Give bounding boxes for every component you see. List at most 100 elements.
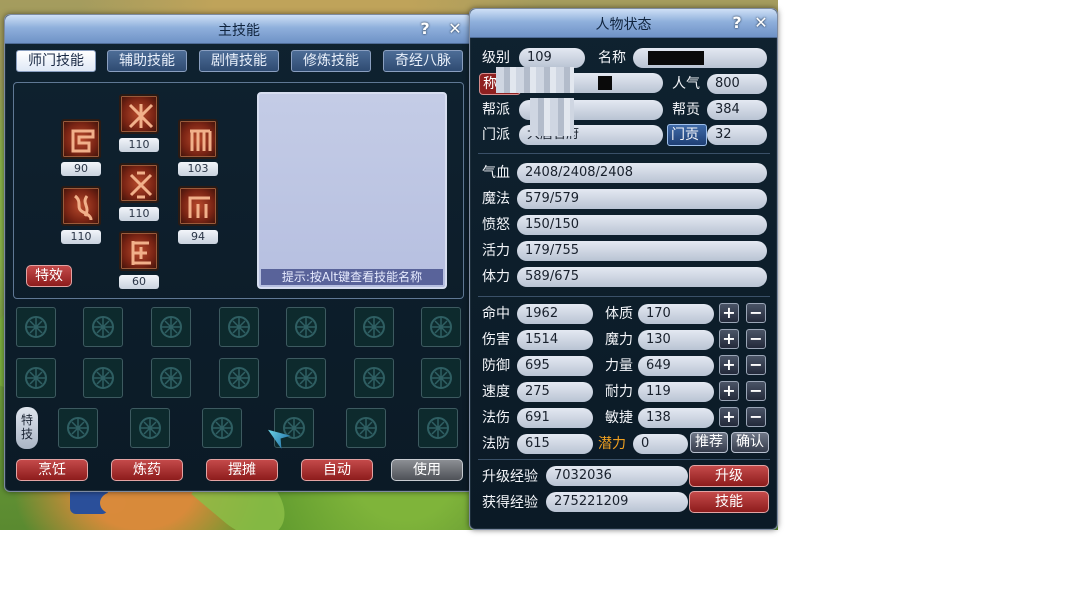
popularity-label: 人气 — [672, 76, 700, 92]
skills-button[interactable]: 技能 — [689, 491, 769, 513]
status-window-titlebar[interactable]: 人物状态 ? ✕ — [470, 9, 777, 38]
redacted-title — [598, 76, 612, 90]
damage-value: 1514 — [517, 330, 593, 350]
skill-slot[interactable] — [286, 307, 326, 347]
skill-icon-4[interactable] — [61, 186, 101, 226]
school-contribution-button[interactable]: 门贡 — [667, 124, 707, 146]
slot-emblem-icon — [430, 367, 452, 389]
cook-button[interactable]: 烹饪 — [16, 459, 88, 481]
endurance-value: 119 — [638, 382, 714, 402]
name-label: 名称 — [598, 50, 626, 66]
slot-emblem-icon — [67, 417, 89, 439]
close-icon[interactable]: ✕ — [445, 19, 465, 39]
effect-button[interactable]: 特效 — [26, 265, 72, 287]
skill-slot[interactable] — [58, 408, 98, 448]
confirm-button[interactable]: 确认 — [731, 432, 769, 453]
skill-slot[interactable] — [202, 408, 242, 448]
tab-story-skills[interactable]: 剧情技能 — [199, 50, 279, 72]
alchemy-button[interactable]: 炼药 — [111, 459, 183, 481]
skill-level: 110 — [119, 207, 159, 221]
skill-slot[interactable] — [346, 408, 386, 448]
hp-label: 气血 — [482, 165, 510, 181]
skill-icon-6[interactable] — [178, 186, 218, 226]
stamina-value: 589/675 — [517, 267, 767, 287]
skill-slot[interactable] — [16, 358, 56, 398]
skill-slot[interactable] — [219, 307, 259, 347]
special-skill-label: 特技 — [20, 413, 33, 441]
magic-power-plus-button[interactable]: + — [719, 329, 739, 349]
vitality-value: 179/755 — [517, 241, 767, 261]
stall-button[interactable]: 摆摊 — [206, 459, 278, 481]
skill-slot[interactable] — [421, 358, 461, 398]
magic-power-minus-button[interactable]: − — [746, 329, 766, 349]
skill-slot[interactable] — [16, 307, 56, 347]
skill-slot[interactable] — [130, 408, 170, 448]
gang-label: 帮派 — [482, 102, 510, 118]
upgrade-exp-value: 7032036 — [546, 466, 688, 486]
skill-slot[interactable] — [219, 358, 259, 398]
tab-school-skills[interactable]: 师门技能 — [16, 50, 96, 72]
tab-meridian-skills[interactable]: 奇经八脉 — [383, 50, 463, 72]
skill-slot[interactable] — [83, 358, 123, 398]
defense-label: 防御 — [482, 358, 510, 374]
skill-slot[interactable] — [421, 307, 461, 347]
magic-defense-value: 615 — [517, 434, 593, 454]
strength-plus-button[interactable]: + — [719, 355, 739, 375]
skill-slot[interactable] — [151, 307, 191, 347]
special-skill-tab[interactable]: 特技 — [16, 407, 38, 449]
skill-slot[interactable] — [151, 358, 191, 398]
slot-emblem-icon — [25, 316, 47, 338]
recommend-button[interactable]: 推荐 — [690, 432, 728, 453]
slot-emblem-icon — [228, 367, 250, 389]
upgrade-button[interactable]: 升级 — [689, 465, 769, 487]
slot-emblem-icon — [92, 316, 114, 338]
help-icon[interactable]: ? — [415, 19, 435, 39]
stamina-label: 体力 — [482, 269, 510, 285]
school-contribution-value: 32 — [707, 125, 767, 145]
slot-emblem-icon — [228, 316, 250, 338]
skill-slot[interactable] — [354, 358, 394, 398]
pet-sprite[interactable] — [100, 492, 126, 514]
potential-label: 潜力 — [598, 436, 626, 452]
gained-exp-label: 获得经验 — [482, 495, 538, 511]
skill-slot[interactable] — [418, 408, 458, 448]
skill-slot[interactable] — [286, 358, 326, 398]
constitution-minus-button[interactable]: − — [746, 303, 766, 323]
auto-button[interactable]: 自动 — [301, 459, 373, 481]
close-icon[interactable]: ✕ — [751, 13, 771, 33]
slot-emblem-icon — [211, 417, 233, 439]
endurance-minus-button[interactable]: − — [746, 381, 766, 401]
skill-icon-2[interactable] — [119, 94, 159, 134]
slot-emblem-icon — [25, 367, 47, 389]
magic-damage-label: 法伤 — [482, 410, 510, 426]
strength-value: 649 — [638, 356, 714, 376]
skill-slot[interactable] — [83, 307, 123, 347]
strength-minus-button[interactable]: − — [746, 355, 766, 375]
slot-emblem-icon — [427, 417, 449, 439]
magic-damage-value: 691 — [517, 408, 593, 428]
tab-cultivation-skills[interactable]: 修炼技能 — [291, 50, 371, 72]
skill-icon-5[interactable] — [119, 163, 159, 203]
help-icon[interactable]: ? — [727, 13, 747, 33]
skill-window-titlebar[interactable]: 主技能 ? ✕ — [5, 15, 473, 44]
constitution-plus-button[interactable]: + — [719, 303, 739, 323]
magic-power-value: 130 — [638, 330, 714, 350]
skill-slot[interactable] — [354, 307, 394, 347]
slot-emblem-icon — [355, 417, 377, 439]
skill-icon-3[interactable] — [178, 119, 218, 159]
slot-emblem-icon — [363, 316, 385, 338]
endurance-plus-button[interactable]: + — [719, 381, 739, 401]
skill-level: 60 — [119, 275, 159, 289]
slot-emblem-icon — [160, 316, 182, 338]
tab-assist-skills[interactable]: 辅助技能 — [107, 50, 187, 72]
agility-plus-button[interactable]: + — [719, 407, 739, 427]
anger-value: 150/150 — [517, 215, 767, 235]
agility-minus-button[interactable]: − — [746, 407, 766, 427]
gang-contribution-label: 帮贡 — [672, 102, 700, 118]
skill-icon-1[interactable] — [61, 119, 101, 159]
skill-icon-7[interactable] — [119, 231, 159, 271]
skill-level: 103 — [178, 162, 218, 176]
school-contribution-label: 门贡 — [671, 127, 699, 143]
use-button[interactable]: 使用 — [391, 459, 463, 481]
slot-emblem-icon — [160, 367, 182, 389]
